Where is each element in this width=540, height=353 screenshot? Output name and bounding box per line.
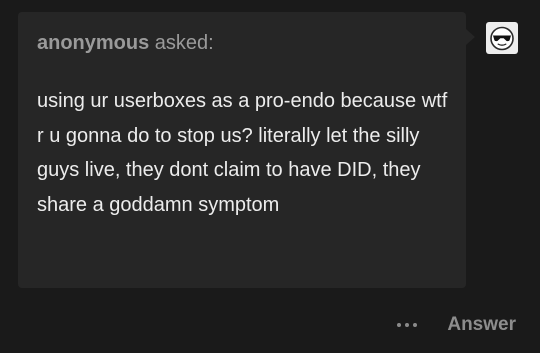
answer-button[interactable]: Answer: [447, 311, 516, 339]
sunglasses-face-icon: [490, 26, 514, 51]
question-text: using ur userboxes as a pro-endo because…: [37, 90, 448, 216]
asker-name: anonymous: [37, 32, 150, 54]
ellipsis-dot: [405, 323, 410, 327]
post-footer: Answer: [395, 310, 516, 340]
ask-post: anonymous asked: using ur userboxes as a…: [0, 0, 540, 353]
asker-avatar[interactable]: [486, 22, 518, 54]
bubble-pointer: [466, 29, 475, 45]
ellipsis-icon: [397, 323, 402, 327]
more-options-button[interactable]: [395, 319, 419, 331]
asked-label: asked:: [149, 32, 214, 54]
ask-bubble: anonymous asked: using ur userboxes as a…: [18, 12, 466, 288]
ellipsis-dot: [413, 323, 418, 327]
asker-line: anonymous asked:: [37, 30, 214, 56]
